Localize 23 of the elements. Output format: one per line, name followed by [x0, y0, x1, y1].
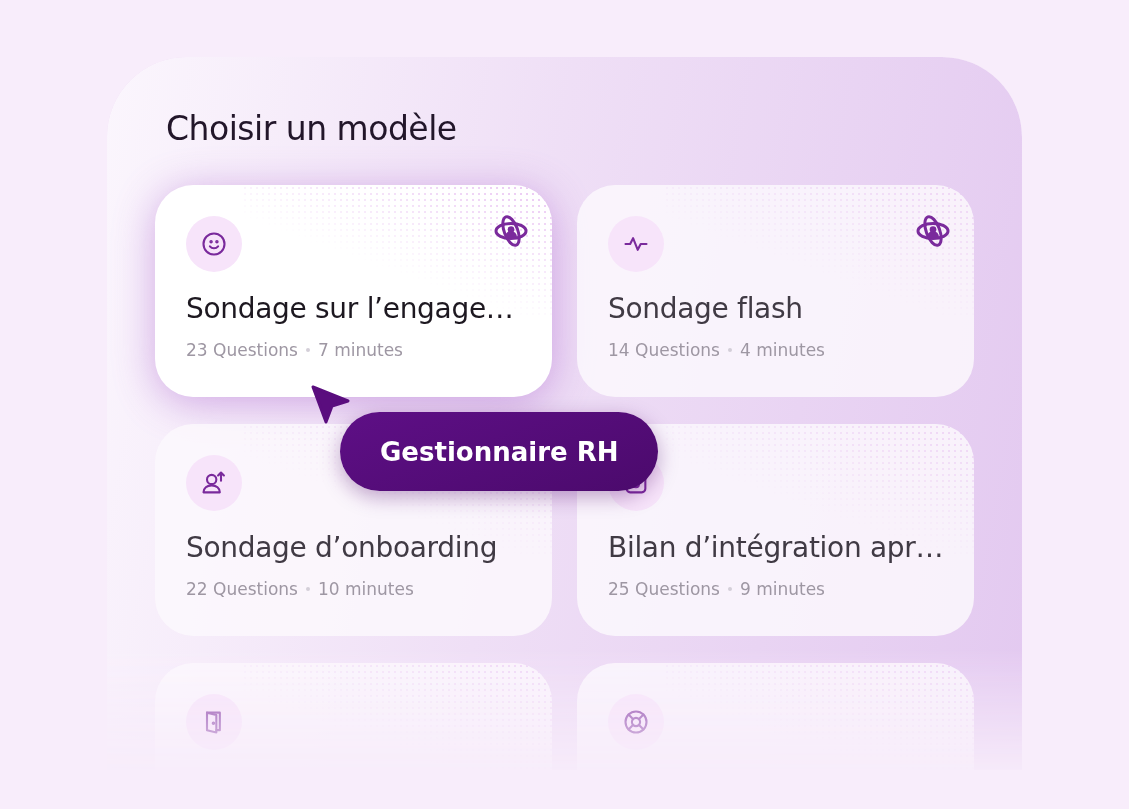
separator-dot: [727, 348, 732, 352]
template-title: Sondage flash: [608, 291, 804, 327]
template-card[interactable]: Sondage sur l’engage… 23 Questions 7 minutes: [155, 185, 552, 397]
duration: 4 minutes: [739, 340, 825, 360]
separator-dot: [305, 348, 310, 352]
smiley-icon: [186, 216, 242, 272]
template-card[interactable]: Sondage flash 14 Questions 4 minutes: [577, 185, 974, 397]
question-count: 23 Questions: [186, 340, 298, 360]
template-title: Sondage d’onboarding: [186, 530, 499, 566]
separator-dot: [727, 587, 732, 591]
pulse-icon: [608, 216, 664, 272]
separator-dot: [305, 587, 310, 591]
question-count: 14 Questions: [608, 340, 720, 360]
template-title: Sondage sur l’engage…: [186, 291, 515, 327]
duration: 7 minutes: [317, 340, 403, 360]
user-name-tooltip: Gestionnaire RH: [340, 412, 659, 491]
duration: 9 minutes: [739, 579, 825, 599]
pointer-cursor-icon: [310, 384, 350, 424]
question-count: 22 Questions: [186, 579, 298, 599]
template-title: Bilan d’intégration apr…: [608, 530, 943, 566]
duration: 10 minutes: [317, 579, 414, 599]
question-count: 25 Questions: [608, 579, 720, 599]
panel-title: Choisir un modèle: [166, 108, 458, 150]
